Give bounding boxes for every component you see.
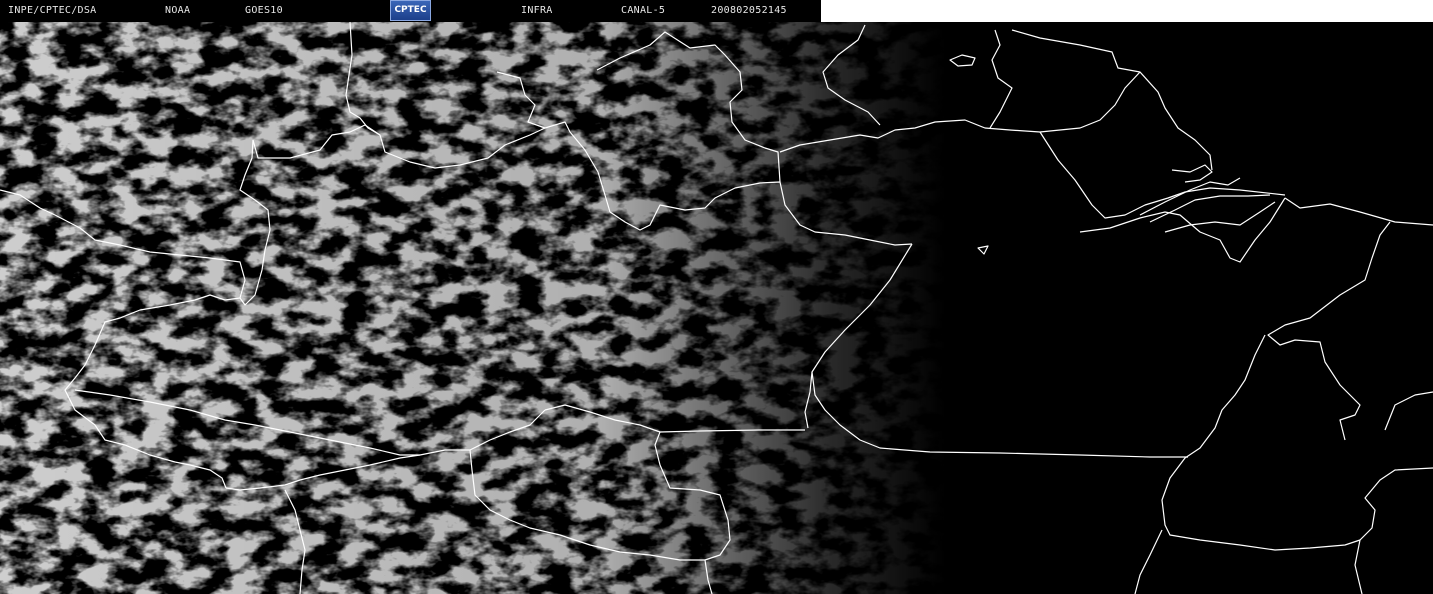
satellite-label: GOES10 (245, 5, 283, 16)
cptec-logo: CPTEC (390, 0, 431, 21)
product-label: INFRA (521, 5, 553, 16)
timestamp-label: 200802052145 (711, 5, 787, 16)
institution-label: INPE/CPTEC/DSA (8, 5, 97, 16)
cloud-layer (0, 22, 1433, 594)
channel-label: CANAL-5 (621, 5, 666, 16)
header-blank-area (821, 0, 1433, 22)
satellite-map (0, 22, 1433, 594)
header-bar: INPE/CPTEC/DSA NOAA GOES10 CPTEC INFRA C… (0, 0, 821, 22)
agency-label: NOAA (165, 5, 191, 16)
satellite-map-svg (0, 22, 1433, 594)
